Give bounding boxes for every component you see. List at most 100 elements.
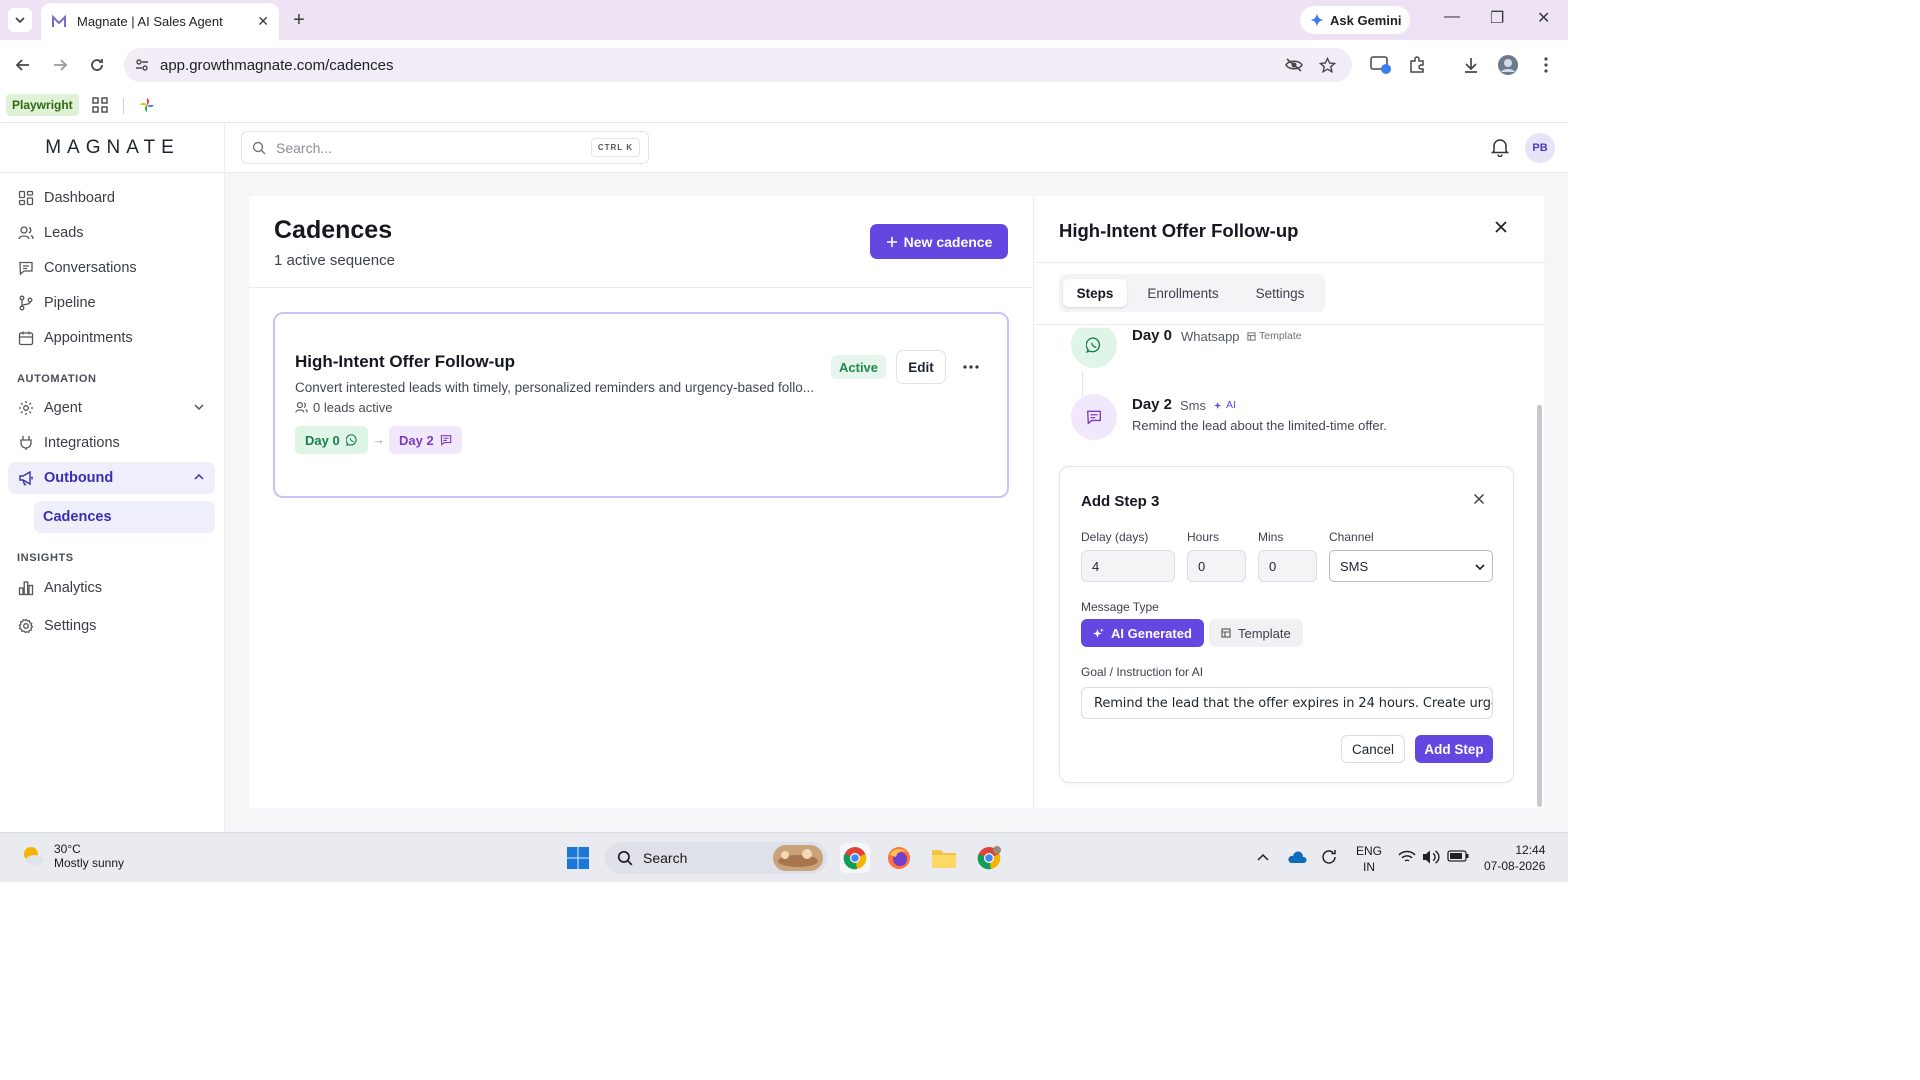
apps-grid-icon[interactable] — [92, 97, 108, 113]
chevron-down-icon — [1475, 564, 1485, 571]
more-options-icon[interactable] — [957, 355, 985, 379]
goal-input[interactable]: Remind the lead that the offer expires i… — [1081, 687, 1493, 719]
close-tab-icon[interactable]: ✕ — [257, 13, 269, 30]
firefox-taskbar-icon[interactable] — [884, 843, 914, 873]
plus-icon — [886, 236, 897, 247]
cast-icon[interactable] — [1370, 54, 1392, 76]
restore-icon[interactable]: ❐ — [1490, 8, 1504, 28]
step-tag-ai: AI — [1214, 399, 1236, 411]
ask-gemini-button[interactable]: Ask Gemini — [1300, 6, 1410, 34]
eye-off-icon[interactable] — [1284, 57, 1304, 73]
template-label: Template — [1238, 625, 1291, 641]
user-avatar[interactable]: PB — [1525, 133, 1555, 163]
divider — [1034, 324, 1545, 325]
cadence-drawer: High-Intent Offer Follow-up Steps Enroll… — [1033, 196, 1545, 808]
chevron-up-icon[interactable] — [1256, 852, 1270, 862]
chrome-taskbar-icon[interactable] — [840, 843, 870, 873]
back-icon[interactable] — [12, 54, 34, 76]
extensions-icon[interactable] — [1406, 54, 1428, 76]
download-icon[interactable] — [1460, 54, 1482, 76]
file-explorer-taskbar-icon[interactable] — [929, 843, 959, 873]
sidebar-item-settings[interactable]: Settings — [8, 610, 215, 642]
mins-input[interactable]: 0 — [1258, 550, 1317, 582]
profile-avatar-icon[interactable] — [1497, 54, 1519, 76]
url-text: app.growthmagnate.com/cadences — [160, 56, 394, 74]
edit-cadence-button[interactable]: Edit — [896, 350, 946, 384]
add-step-button[interactable]: Add Step — [1415, 735, 1493, 763]
sidebar-item-pipeline[interactable]: Pipeline — [8, 287, 215, 319]
template-icon — [1221, 628, 1231, 638]
ai-generated-button[interactable]: AI Generated — [1081, 619, 1204, 647]
sidebar-item-conversations[interactable]: Conversations — [8, 252, 215, 284]
chrome-profile-taskbar-icon[interactable] — [974, 843, 1004, 873]
new-tab-button[interactable]: + — [288, 9, 310, 31]
add-step-form: Add Step 3 Delay (days) 4 Hours 0 Mins 0… — [1059, 466, 1514, 783]
chevron-down-icon — [15, 17, 25, 24]
sidebar-subitem-cadences[interactable]: Cadences — [34, 501, 215, 533]
taskbar-search[interactable]: Search — [605, 842, 827, 874]
step-channel: Whatsapp — [1181, 329, 1240, 344]
new-cadence-button[interactable]: New cadence — [870, 224, 1008, 259]
hours-input[interactable]: 0 — [1187, 550, 1246, 582]
bookmark-star-icon[interactable] — [1319, 57, 1336, 74]
lang-region: IN — [1363, 860, 1375, 874]
sidebar-item-integrations[interactable]: Integrations — [8, 427, 215, 459]
sidebar-item-label: Dashboard — [44, 190, 115, 206]
reload-icon[interactable] — [86, 54, 108, 76]
close-icon[interactable] — [1473, 493, 1485, 505]
address-bar[interactable]: app.growthmagnate.com/cadences — [124, 48, 1352, 82]
close-icon[interactable] — [1494, 220, 1508, 234]
tab-settings[interactable]: Settings — [1239, 279, 1321, 307]
step-tag-label: Template — [1259, 330, 1302, 342]
magnate-logo[interactable]: MAGNATE — [0, 123, 225, 173]
delay-label: Delay (days) — [1081, 530, 1149, 544]
wifi-icon[interactable] — [1398, 850, 1416, 864]
language-indicator[interactable]: ENG IN — [1356, 843, 1382, 875]
sidebar-item-leads[interactable]: Leads — [8, 217, 215, 249]
global-search[interactable]: CTRL K — [241, 131, 649, 164]
system-clock[interactable]: 12:44 07-08-2026 — [1484, 842, 1545, 874]
minimize-icon[interactable]: — — [1444, 8, 1460, 26]
users-icon — [18, 226, 34, 240]
users-icon — [295, 402, 308, 413]
cadence-card[interactable]: High-Intent Offer Follow-up Convert inte… — [273, 312, 1009, 498]
weather-widget[interactable]: 30°C Mostly sunny — [20, 842, 124, 870]
sidebar-item-label: Leads — [44, 225, 84, 241]
tab-steps[interactable]: Steps — [1063, 279, 1127, 307]
onedrive-icon[interactable] — [1287, 849, 1307, 865]
battery-icon[interactable] — [1447, 850, 1469, 862]
cadences-panel: Cadences 1 active sequence New cadence H… — [249, 196, 1033, 808]
sidebar-item-label: Analytics — [44, 580, 103, 596]
delay-days-input[interactable]: 4 — [1081, 550, 1175, 582]
divider — [249, 287, 1033, 288]
step-chip-day-0[interactable]: Day 0 — [295, 426, 368, 454]
sidebar-item-analytics[interactable]: Analytics — [8, 572, 215, 604]
browser-menu-icon[interactable] — [1535, 54, 1557, 76]
volume-icon[interactable] — [1422, 849, 1440, 865]
step-tag-template: Template — [1247, 330, 1302, 342]
sidebar-item-outbound[interactable]: Outbound — [8, 462, 215, 494]
close-window-icon[interactable]: ✕ — [1537, 8, 1550, 28]
sync-icon[interactable] — [1320, 848, 1338, 866]
browser-tab[interactable]: Magnate | AI Sales Agent ✕ — [41, 3, 279, 40]
bookmark-playwright[interactable]: Playwright — [6, 94, 79, 116]
forward-icon[interactable] — [49, 54, 71, 76]
search-highlight-image-icon — [773, 845, 823, 871]
windows-start-icon[interactable] — [563, 843, 593, 873]
drawer-scrollbar[interactable] — [1537, 405, 1542, 807]
sidebar-item-appointments[interactable]: Appointments — [8, 322, 215, 354]
photos-pinwheel-icon[interactable] — [138, 96, 156, 114]
search-input[interactable] — [276, 139, 576, 156]
template-button[interactable]: Template — [1209, 619, 1303, 647]
sidebar-item-agent[interactable]: Agent — [8, 392, 215, 424]
bell-icon[interactable] — [1491, 137, 1509, 157]
tab-search-button[interactable] — [8, 8, 32, 32]
channel-select[interactable]: SMS — [1329, 550, 1493, 582]
tab-enrollments[interactable]: Enrollments — [1135, 279, 1231, 307]
windows-taskbar: 30°C Mostly sunny Search ENG IN 12:44 07… — [0, 832, 1568, 882]
sidebar-item-dashboard[interactable]: Dashboard — [8, 182, 215, 214]
browser-tab-bar: Magnate | AI Sales Agent ✕ + Ask Gemini … — [0, 0, 1568, 40]
step-chip-day-2[interactable]: Day 2 — [389, 426, 462, 454]
cancel-button[interactable]: Cancel — [1341, 735, 1405, 763]
site-settings-icon[interactable] — [134, 57, 150, 73]
